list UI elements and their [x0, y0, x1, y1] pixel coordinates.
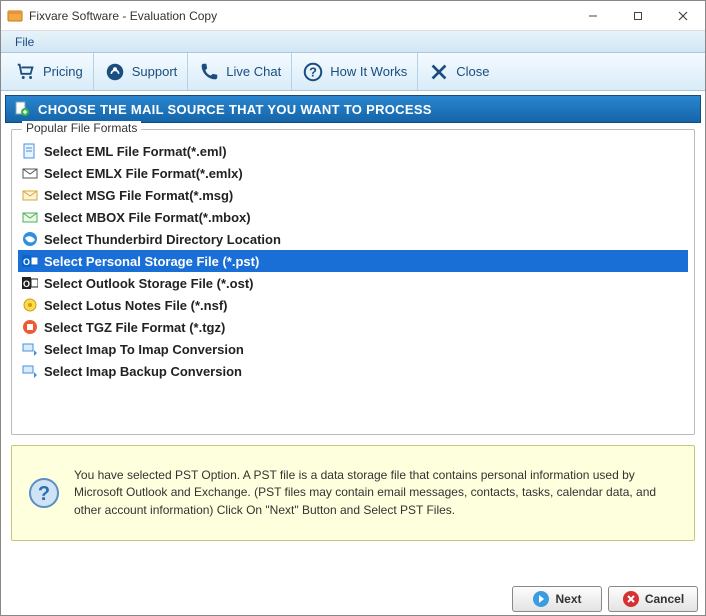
format-item-label: Select Thunderbird Directory Location — [44, 232, 281, 247]
close-icon — [428, 61, 450, 83]
cancel-button-label: Cancel — [645, 592, 684, 606]
svg-text:?: ? — [309, 64, 317, 79]
format-item[interactable]: Select Lotus Notes File (*.nsf) — [18, 294, 688, 316]
format-item[interactable]: Select MBOX File Format(*.mbox) — [18, 206, 688, 228]
document-plus-icon — [14, 101, 30, 117]
info-text: You have selected PST Option. A PST file… — [74, 467, 678, 519]
content-area: Popular File Formats Select EML File For… — [11, 129, 695, 561]
toolbar-live-chat-label: Live Chat — [226, 64, 281, 79]
toolbar-close-label: Close — [456, 64, 489, 79]
format-item[interactable]: Select TGZ File Format (*.tgz) — [18, 316, 688, 338]
format-item[interactable]: Select MSG File Format(*.msg) — [18, 184, 688, 206]
format-item-label: Select MSG File Format(*.msg) — [44, 188, 233, 203]
imap-icon — [22, 363, 38, 379]
mbox-icon — [22, 209, 38, 225]
format-item-label: Select Outlook Storage File (*.ost) — [44, 276, 253, 291]
menu-bar: File — [1, 31, 705, 53]
format-item[interactable]: Select EMLX File Format(*.emlx) — [18, 162, 688, 184]
next-button[interactable]: Next — [512, 586, 602, 612]
toolbar: Pricing Support Live Chat ? How It Works… — [1, 53, 705, 91]
window-title: Fixvare Software - Evaluation Copy — [29, 9, 570, 23]
format-item-label: Select Imap To Imap Conversion — [44, 342, 244, 357]
next-button-label: Next — [555, 592, 581, 606]
menu-file[interactable]: File — [7, 33, 42, 51]
format-item[interactable]: O Select Personal Storage File (*.pst) — [18, 250, 688, 272]
format-item[interactable]: Select Thunderbird Directory Location — [18, 228, 688, 250]
cart-icon — [15, 61, 37, 83]
popular-formats-group: Popular File Formats Select EML File For… — [11, 129, 695, 435]
format-item[interactable]: Select EML File Format(*.eml) — [18, 140, 688, 162]
cancel-icon — [622, 590, 640, 608]
toolbar-support-label: Support — [132, 64, 178, 79]
toolbar-close[interactable]: Close — [418, 53, 499, 90]
process-header: CHOOSE THE MAIL SOURCE THAT YOU WANT TO … — [5, 95, 701, 123]
process-header-text: CHOOSE THE MAIL SOURCE THAT YOU WANT TO … — [38, 102, 432, 117]
format-item-label: Select Lotus Notes File (*.nsf) — [44, 298, 227, 313]
format-item-label: Select EML File Format(*.eml) — [44, 144, 227, 159]
format-item[interactable]: O Select Outlook Storage File (*.ost) — [18, 272, 688, 294]
lotus-icon — [22, 297, 38, 313]
info-panel: ? You have selected PST Option. A PST fi… — [11, 445, 695, 541]
app-icon — [7, 8, 23, 24]
title-bar: Fixvare Software - Evaluation Copy — [1, 1, 705, 31]
minimize-button[interactable] — [570, 1, 615, 30]
toolbar-how-it-works[interactable]: ? How It Works — [292, 53, 418, 90]
headset-icon — [104, 61, 126, 83]
close-window-button[interactable] — [660, 1, 705, 30]
info-icon: ? — [28, 477, 60, 509]
format-item-label: Select TGZ File Format (*.tgz) — [44, 320, 225, 335]
format-item-label: Select MBOX File Format(*.mbox) — [44, 210, 251, 225]
tgz-icon — [22, 319, 38, 335]
format-item-label: Select Personal Storage File (*.pst) — [44, 254, 259, 269]
svg-text:O: O — [23, 257, 30, 267]
ost-icon: O — [22, 275, 38, 291]
svg-text:?: ? — [38, 483, 50, 505]
maximize-button[interactable] — [615, 1, 660, 30]
eml-icon — [22, 143, 38, 159]
toolbar-support[interactable]: Support — [94, 53, 189, 90]
window-controls — [570, 1, 705, 30]
toolbar-how-it-works-label: How It Works — [330, 64, 407, 79]
format-item-label: Select EMLX File Format(*.emlx) — [44, 166, 243, 181]
question-icon: ? — [302, 61, 324, 83]
footer-buttons: Next Cancel — [512, 586, 698, 612]
toolbar-pricing-label: Pricing — [43, 64, 83, 79]
svg-text:O: O — [23, 279, 30, 289]
format-item[interactable]: Select Imap To Imap Conversion — [18, 338, 688, 360]
format-item[interactable]: Select Imap Backup Conversion — [18, 360, 688, 382]
format-list: Select EML File Format(*.eml) Select EMLX… — [18, 140, 688, 382]
cancel-button[interactable]: Cancel — [608, 586, 698, 612]
toolbar-live-chat[interactable]: Live Chat — [188, 53, 292, 90]
emlx-icon — [22, 165, 38, 181]
format-item-label: Select Imap Backup Conversion — [44, 364, 242, 379]
thunderbird-icon — [22, 231, 38, 247]
phone-icon — [198, 61, 220, 83]
outlook-icon: O — [22, 253, 38, 269]
msg-icon — [22, 187, 38, 203]
next-arrow-icon — [532, 590, 550, 608]
toolbar-pricing[interactable]: Pricing — [5, 53, 94, 90]
group-label: Popular File Formats — [22, 121, 141, 135]
imap-icon — [22, 341, 38, 357]
